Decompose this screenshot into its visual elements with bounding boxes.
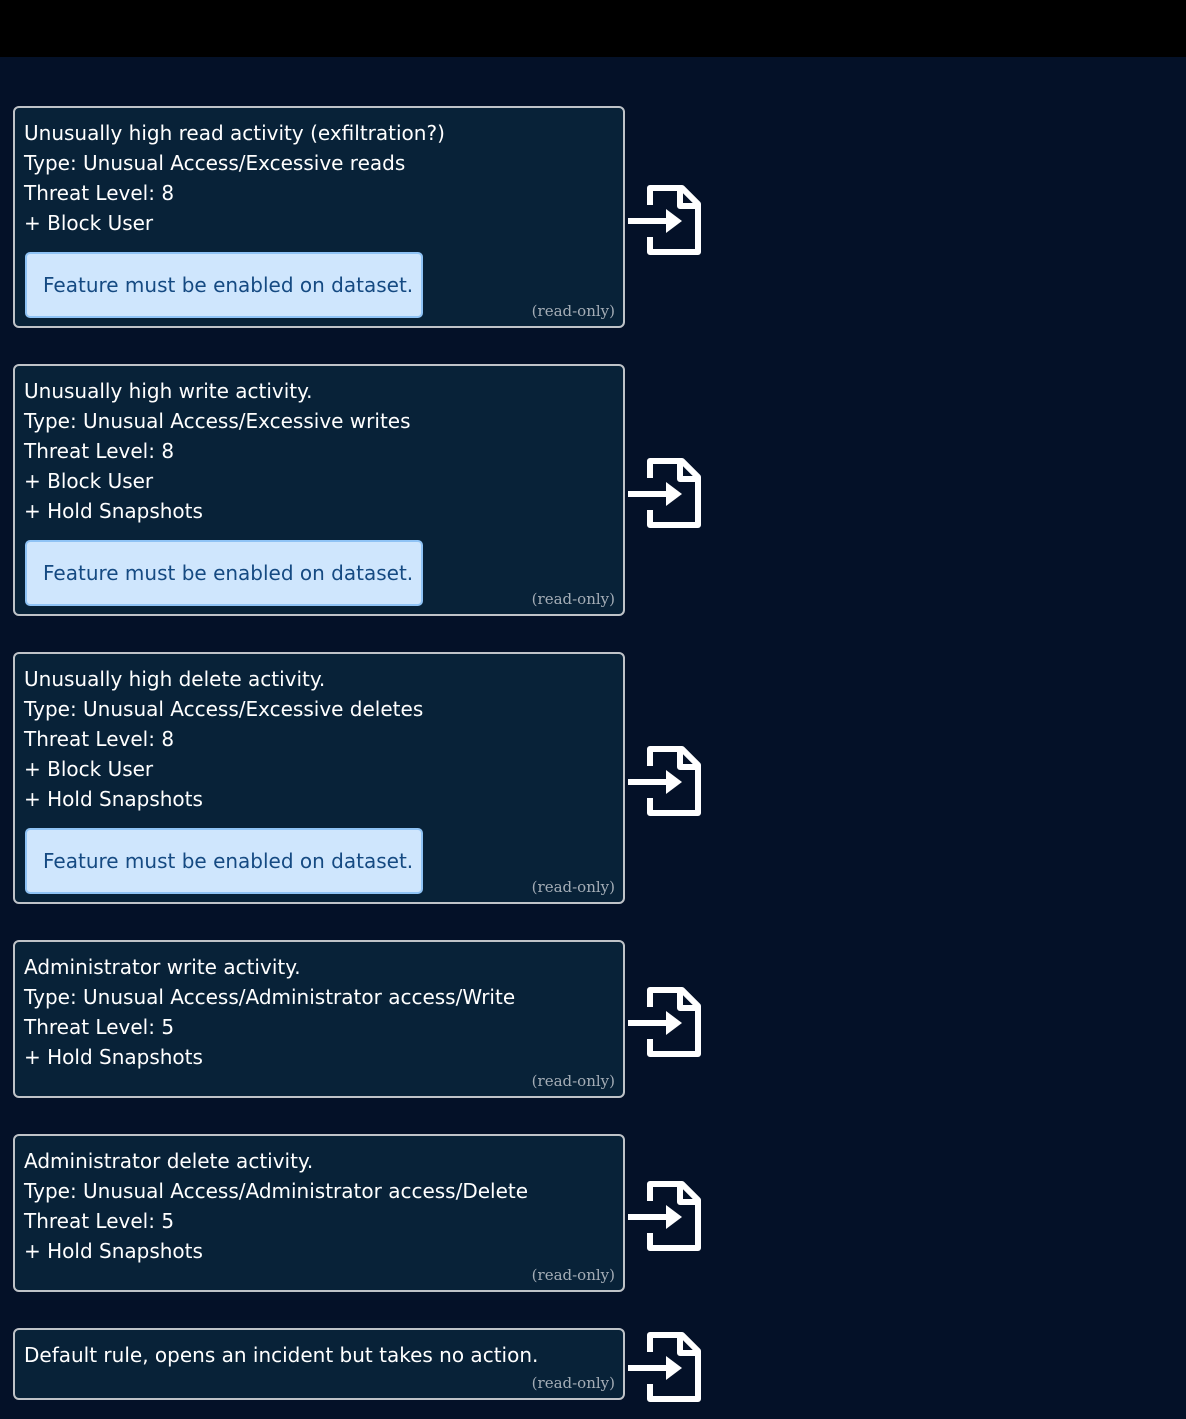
rule-threat-level: Threat Level: 5 — [24, 1209, 175, 1233]
rule-description: Unusually high delete activity. — [24, 667, 326, 691]
read-only-label: (read-only) — [531, 1072, 615, 1090]
read-only-label: (read-only) — [531, 878, 615, 896]
rule-action: + Hold Snapshots — [24, 787, 203, 811]
open-rule-icon[interactable] — [628, 744, 702, 818]
rule-action: + Hold Snapshots — [24, 1045, 203, 1069]
rule-card: Unusually high write activity. Type: Unus… — [13, 364, 625, 616]
rule-threat-level: Threat Level: 8 — [24, 439, 175, 463]
rule-description: Administrator delete activity. — [24, 1149, 314, 1173]
rule-threat-level: Threat Level: 8 — [24, 181, 175, 205]
rule-type: Type: Unusual Access/Excessive reads — [24, 151, 406, 175]
read-only-label: (read-only) — [531, 1266, 615, 1284]
feature-disabled-notice: Feature must be enabled on dataset. — [25, 252, 423, 318]
rule-description: Default rule, opens an incident but take… — [24, 1343, 539, 1367]
open-rule-icon[interactable] — [628, 1330, 702, 1404]
rule-description: Unusually high write activity. — [24, 379, 313, 403]
rule-type: Type: Unusual Access/Administrator acces… — [24, 1179, 529, 1203]
rule-action: + Block User — [24, 211, 154, 235]
read-only-label: (read-only) — [531, 1374, 615, 1392]
rule-threat-level: Threat Level: 8 — [24, 727, 175, 751]
rule-description: Unusually high read activity (exfiltrati… — [24, 121, 445, 145]
rule-threat-level: Threat Level: 5 — [24, 1015, 175, 1039]
rule-type: Type: Unusual Access/Excessive writes — [24, 409, 411, 433]
rule-description: Administrator write activity. — [24, 955, 301, 979]
rule-card: Unusually high delete activity. Type: Unu… — [13, 652, 625, 904]
feature-disabled-notice: Feature must be enabled on dataset. — [25, 540, 423, 606]
read-only-label: (read-only) — [531, 302, 615, 320]
open-rule-icon[interactable] — [628, 985, 702, 1059]
rule-type: Type: Unusual Access/Excessive deletes — [24, 697, 424, 721]
rule-card: Administrator delete activity. Type: Unus… — [13, 1134, 625, 1292]
rule-card: Administrator write activity. Type: Unusu… — [13, 940, 625, 1098]
open-rule-icon[interactable] — [628, 183, 702, 257]
rule-action: + Hold Snapshots — [24, 499, 203, 523]
rule-card: Unusually high read activity (exfiltrati… — [13, 106, 625, 328]
read-only-label: (read-only) — [531, 590, 615, 608]
open-rule-icon[interactable] — [628, 456, 702, 530]
feature-disabled-notice: Feature must be enabled on dataset. — [25, 828, 423, 894]
top-bar — [0, 0, 1186, 57]
rule-action: + Block User — [24, 757, 154, 781]
rule-action: + Block User — [24, 469, 154, 493]
rule-type: Type: Unusual Access/Administrator acces… — [24, 985, 516, 1009]
rule-card: Default rule, opens an incident but take… — [13, 1328, 625, 1400]
rule-action: + Hold Snapshots — [24, 1239, 203, 1263]
open-rule-icon[interactable] — [628, 1179, 702, 1253]
